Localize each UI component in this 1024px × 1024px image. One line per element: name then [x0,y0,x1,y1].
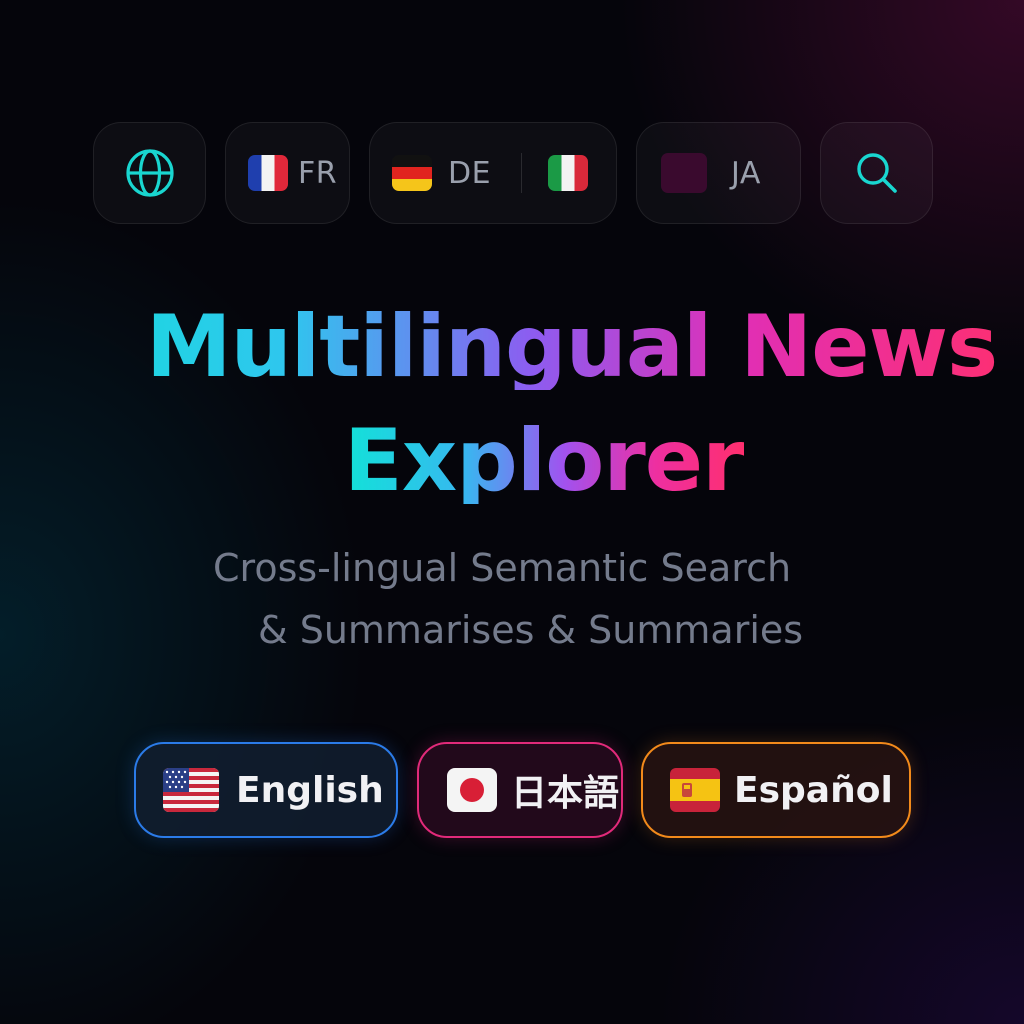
subtitle-line-2: & Summarises & Summaries [258,608,804,652]
language-button-spanish[interactable]: Español [641,742,911,838]
search-icon [856,153,897,193]
page-title-line-2: Explorer [344,411,744,511]
language-chip-fr[interactable]: FR [225,122,350,224]
language-code-ja: JA [731,155,761,191]
flag-ja-icon [661,153,707,193]
globe-button[interactable] [93,122,206,224]
chip-divider [521,153,523,193]
flag-de-icon [392,155,432,191]
search-button[interactable] [820,122,933,224]
language-label-english: English [236,769,384,811]
page-title-line-1: Multilingual News [0,304,1024,390]
language-chip-de-it[interactable]: DE [369,122,617,224]
flag-it-icon[interactable] [548,155,589,191]
flag-us-icon [163,768,219,812]
subtitle-line-1: Cross-lingual Semantic Search [213,546,792,590]
language-code-fr: FR [298,155,338,191]
globe-icon [125,149,174,197]
flag-es-icon [670,768,720,812]
language-button-japanese[interactable]: 日本語 [417,742,623,838]
flag-fr-icon [248,155,288,191]
language-chip-ja[interactable]: JA [636,122,801,224]
language-code-de: DE [448,155,492,191]
language-button-english[interactable]: English [134,742,398,838]
language-label-spanish: Español [734,769,893,811]
language-label-japanese: 日本語 [511,773,620,814]
flag-jp-icon [447,768,497,812]
